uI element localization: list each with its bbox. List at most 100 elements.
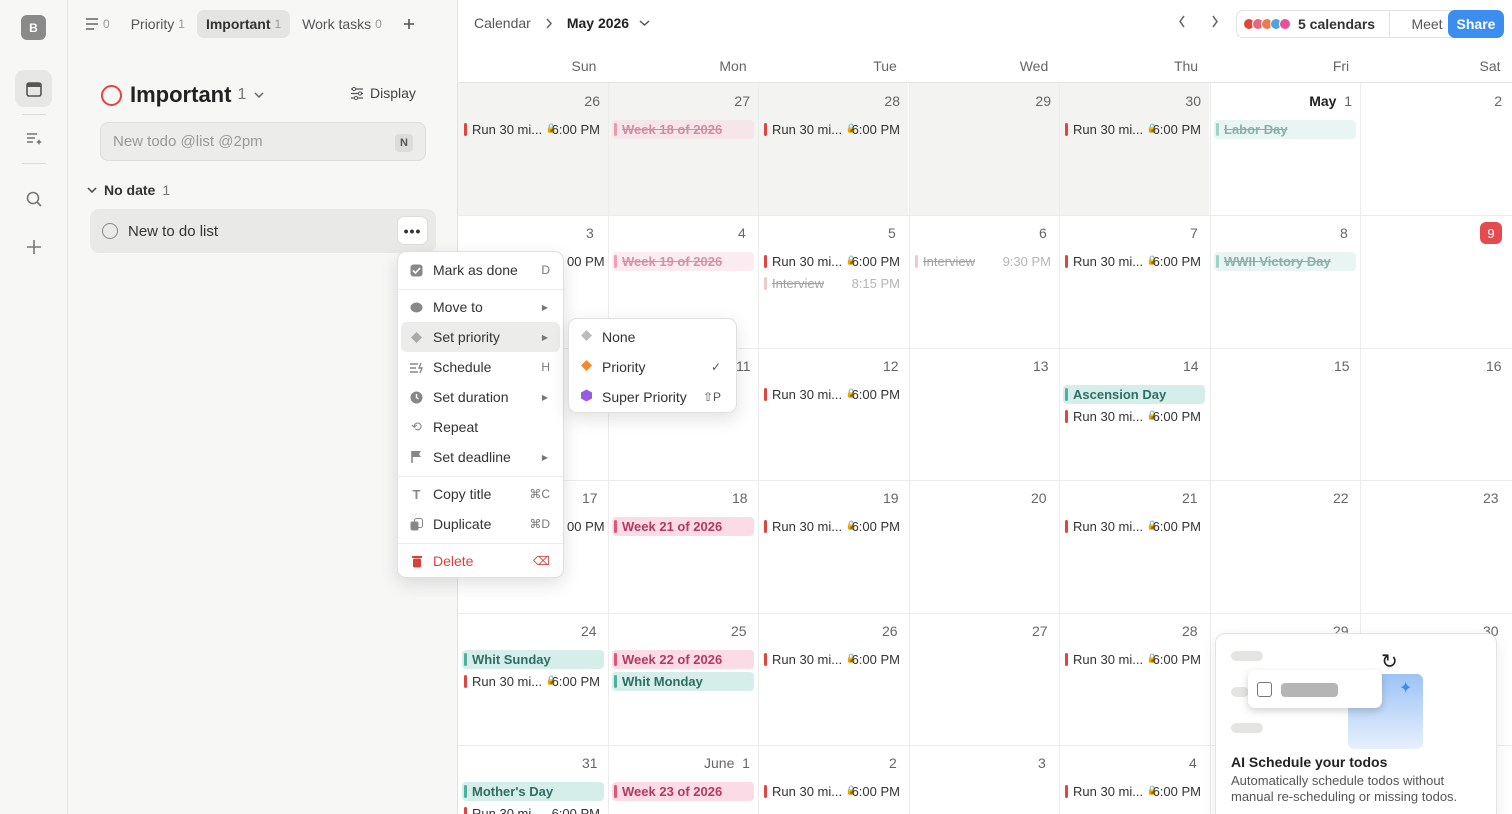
event-run[interactable]: Run 30 mi... 6:00 PM [462, 804, 604, 814]
event-title: Run 30 mi... [472, 806, 543, 814]
event-run[interactable]: Run 30 mi... 🔒 6:00 PM [1063, 650, 1205, 669]
share-button[interactable]: Share [1448, 10, 1504, 38]
event-run[interactable]: Run 30 mi... 🔒 6:00 PM [762, 252, 904, 271]
event-time: 6:00 PM [851, 122, 900, 137]
menu-shortcut: ⌘D [529, 517, 550, 531]
priority-none-icon [580, 329, 593, 345]
more-options-button[interactable]: ••• [397, 216, 428, 245]
day-cell[interactable]: 29 [909, 83, 1059, 215]
calendars-button[interactable]: 5 calendars Meet [1236, 10, 1465, 38]
event-run[interactable]: Run 30 mi... 🔒 6:00 PM [1063, 517, 1205, 536]
section-no-date[interactable]: No date 1 [87, 182, 170, 198]
priority-priority[interactable]: Priority ✓ [572, 352, 733, 381]
tab-all[interactable]: 0 [76, 10, 119, 38]
event-time: 6:00 PM [851, 784, 900, 799]
day-cell[interactable]: 27 [608, 83, 758, 215]
submenu-arrow-icon: ▶ [541, 392, 548, 402]
event-run[interactable]: Run 30 mi... 🔒 6:00 PM [1063, 407, 1205, 426]
menu-delete[interactable]: Delete ⌫ [401, 546, 560, 576]
next-button[interactable] [1211, 15, 1219, 32]
text-icon: T [412, 486, 421, 502]
event-run[interactable]: Run 30 mi... 🔒 6:00 PM [762, 782, 904, 801]
event-title: Whit Monday [622, 674, 703, 689]
month-selector[interactable]: May 2026 [567, 15, 629, 31]
event-run[interactable]: Run 30 mi... 🔒 6:00 PM [1063, 782, 1205, 801]
event-run[interactable]: Run 30 mi... 🔒 6:00 PM [462, 672, 604, 691]
event-title: Run 30 mi... [772, 387, 843, 402]
event-run[interactable]: Run 30 mi... 🔒 6:00 PM [1063, 252, 1205, 271]
event-title: Whit Sunday [472, 652, 551, 667]
day-cell[interactable]: May 1 [1210, 83, 1360, 215]
day-number: 26 [584, 93, 600, 109]
event-holiday[interactable]: Whit Sunday [462, 650, 604, 669]
event-time: 6:00 PM [1152, 122, 1201, 137]
weekday-label: Wed [1019, 58, 1049, 74]
event-title: Labor Day [1224, 122, 1288, 137]
tab-count: 1 [178, 17, 185, 31]
day-cell[interactable]: 28 [758, 83, 908, 215]
trash-icon [409, 554, 424, 569]
event-week[interactable]: Week 19 of 2026 [612, 252, 754, 271]
add-list-button[interactable] [394, 10, 424, 38]
event-time: 6:00 PM [1152, 254, 1201, 269]
event-title: Run 30 mi... [1073, 784, 1144, 799]
day-number: 22 [1333, 490, 1349, 506]
menu-move-to[interactable]: Move to ▶ [401, 292, 560, 322]
plus-icon [403, 19, 414, 29]
event-week[interactable]: Week 21 of 2026 [612, 517, 754, 536]
event-holiday[interactable]: Whit Monday [612, 672, 754, 691]
tab-priority[interactable]: Priority 1 [122, 10, 194, 38]
tab-count: 0 [375, 17, 382, 31]
event-week[interactable]: Week 22 of 2026 [612, 650, 754, 669]
add-button[interactable] [15, 228, 52, 265]
event-run[interactable]: Run 30 mi... 🔒 6:00 PM [462, 120, 604, 139]
event-holiday[interactable]: WWII Victory Day [1214, 252, 1356, 271]
display-button[interactable]: Display [350, 85, 416, 101]
menu-set-priority[interactable]: Set priority ▶ [401, 322, 560, 352]
priority-none[interactable]: None [572, 322, 733, 351]
menu-copy-title[interactable]: T Copy title ⌘C [401, 479, 560, 509]
day-cell[interactable]: 30 [1059, 83, 1209, 215]
priority-super[interactable]: Super Priority ⇧P [572, 382, 733, 411]
menu-mark-as-done[interactable]: Mark as done D [401, 255, 560, 285]
event-run[interactable]: Run 30 mi... 🔒 6:00 PM [762, 517, 904, 536]
submenu-label: Super Priority [602, 388, 687, 405]
event-week[interactable]: Week 18 of 2026 [612, 120, 754, 139]
chevron-right-icon [1212, 15, 1218, 28]
event-run[interactable]: Run 30 mi... 🔒 6:00 PM [762, 120, 904, 139]
tab-important[interactable]: Important 1 [196, 10, 291, 38]
event-run[interactable]: Run 30 mi... 🔒 6:00 PM [762, 650, 904, 669]
event-week[interactable]: Week 23 of 2026 [612, 782, 754, 801]
ai-schedule-card[interactable]: ✦ ↻ AI Schedule your todos Automatically… [1215, 633, 1497, 814]
workspace-avatar[interactable]: B [21, 15, 46, 40]
weekday-label: Thu [1173, 58, 1199, 74]
todo-checkbox[interactable] [102, 223, 118, 239]
todo-item[interactable]: New to do list ••• [90, 209, 436, 253]
event-holiday[interactable]: Ascension Day [1063, 385, 1205, 404]
event-time: 6:00 PM [851, 652, 900, 667]
todos-nav-button[interactable] [15, 119, 52, 156]
event-holiday[interactable]: Labor Day [1214, 120, 1356, 139]
prev-button[interactable] [1178, 15, 1186, 32]
menu-repeat[interactable]: ⟲ Repeat [401, 412, 560, 442]
menu-schedule[interactable]: Schedule H [401, 352, 560, 382]
event-interview[interactable]: Interview 8:15 PM [762, 274, 904, 293]
event-run[interactable]: Run 30 mi... 🔒 6:00 PM [762, 385, 904, 404]
menu-duplicate[interactable]: Duplicate ⌘D [401, 509, 560, 539]
search-button[interactable] [15, 180, 52, 217]
tab-work-tasks[interactable]: Work tasks 0 [293, 10, 391, 38]
menu-set-deadline[interactable]: Set deadline ▶ [401, 442, 560, 472]
event-holiday[interactable]: Mother's Day [462, 782, 604, 801]
event-interview[interactable]: Interview 9:30 PM [913, 252, 1055, 271]
chevron-down-icon[interactable] [639, 19, 650, 27]
day-cell[interactable]: 26 [458, 83, 608, 215]
menu-shortcut: H [541, 360, 550, 374]
event-run[interactable]: Run 30 mi... 🔒 6:00 PM [1063, 120, 1205, 139]
breadcrumb-calendar[interactable]: Calendar [474, 15, 531, 31]
day-cell[interactable]: 2 [1360, 83, 1510, 215]
grid-line [758, 83, 759, 814]
new-todo-input[interactable]: New todo @list @2pm N [100, 122, 426, 161]
chevron-down-icon[interactable] [254, 91, 264, 99]
calendar-nav-button[interactable] [15, 70, 52, 107]
menu-set-duration[interactable]: Set duration ▶ [401, 382, 560, 412]
